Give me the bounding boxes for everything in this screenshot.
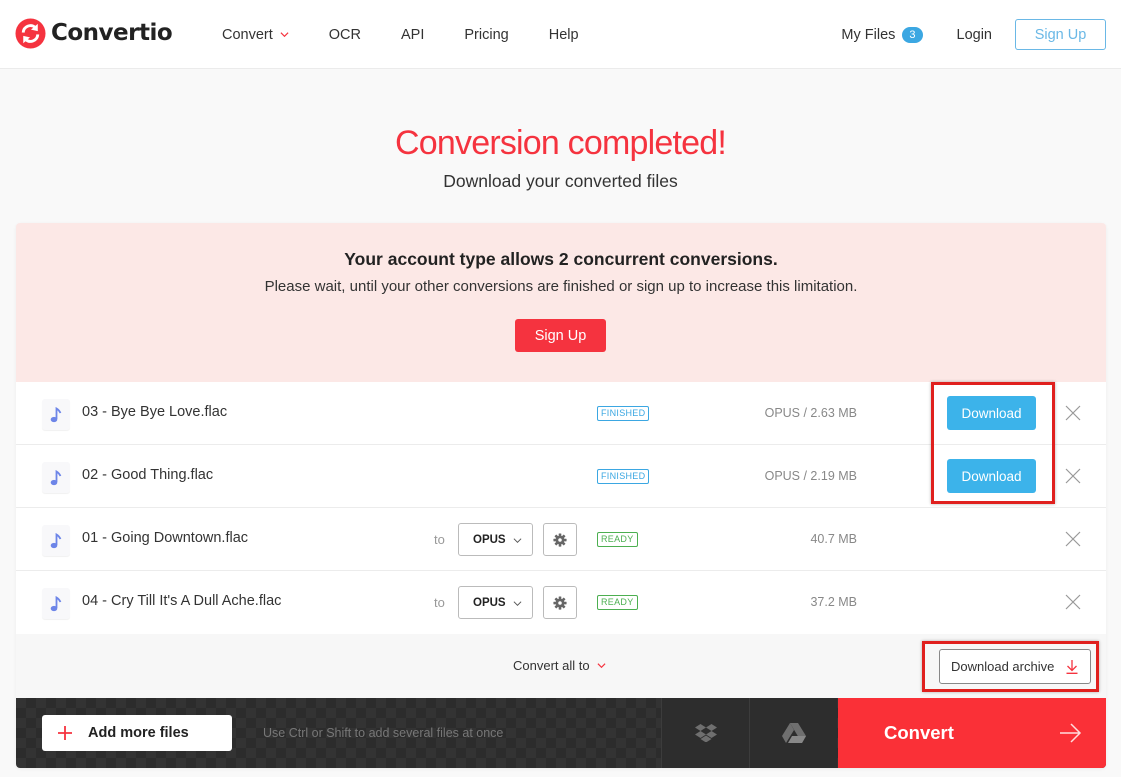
file-list: 03 - Bye Bye Love.flac FINISHED OPUS / 2…: [16, 382, 1106, 634]
chevron-down-icon: [597, 663, 606, 669]
account-nav: My Files 3 Login Sign Up: [841, 0, 1121, 69]
file-row: 04 - Cry Till It's A Dull Ache.flac to O…: [16, 571, 1106, 634]
add-more-files-label: Add more files: [88, 725, 189, 741]
chevron-down-icon: [513, 601, 522, 607]
nav-pricing[interactable]: Pricing: [464, 27, 508, 43]
file-name: 02 - Good Thing.flac: [82, 467, 214, 483]
audio-file-icon: [42, 462, 70, 493]
file-row: 03 - Bye Bye Love.flac FINISHED OPUS / 2…: [16, 382, 1106, 445]
file-size: OPUS / 2.63 MB: [764, 406, 857, 420]
to-label: to: [434, 595, 445, 610]
logo-text: Convertio: [51, 20, 173, 46]
file-name: 01 - Going Downtown.flac: [82, 530, 249, 546]
nav-help[interactable]: Help: [549, 27, 579, 43]
page-title: Conversion completed!: [395, 124, 727, 162]
close-icon[interactable]: [1065, 594, 1081, 610]
my-files-label: My Files: [841, 26, 896, 43]
status-badge: READY: [597, 532, 638, 547]
convert-button-label: Convert: [884, 722, 954, 743]
chevron-down-icon: [280, 32, 289, 38]
file-row: 02 - Good Thing.flac FINISHED OPUS / 2.1…: [16, 445, 1106, 508]
convert-all-dropdown[interactable]: Convert all to: [513, 658, 606, 673]
close-icon[interactable]: [1065, 405, 1081, 421]
file-name: 04 - Cry Till It's A Dull Ache.flac: [82, 593, 282, 609]
dropbox-icon: [694, 724, 717, 742]
notice-text: Please wait, until your other conversion…: [264, 278, 858, 295]
convertio-logo-icon: [15, 17, 46, 49]
format-select[interactable]: OPUS: [458, 523, 533, 556]
file-size: 40.7 MB: [810, 532, 857, 546]
files-count-badge: 3: [902, 26, 923, 43]
download-button[interactable]: Download: [947, 459, 1036, 493]
file-row: 01 - Going Downtown.flac to OPUS READY 4…: [16, 508, 1106, 571]
notice-title: Your account type allows 2 concurrent co…: [344, 249, 778, 269]
convert-button[interactable]: Convert: [838, 698, 1106, 768]
audio-file-icon: [42, 525, 70, 556]
format-value: OPUS: [473, 533, 506, 546]
music-note-icon: [50, 532, 62, 548]
status-badge: READY: [597, 595, 638, 610]
google-drive-button[interactable]: [749, 698, 837, 768]
login-link[interactable]: Login: [957, 27, 992, 43]
music-note-icon: [50, 406, 62, 422]
download-arrow-icon: [1066, 660, 1078, 674]
music-note-icon: [50, 595, 62, 611]
notice-signup-button[interactable]: Sign Up: [515, 319, 606, 352]
signup-button-header[interactable]: Sign Up: [1015, 19, 1106, 50]
nav-api[interactable]: API: [401, 27, 424, 43]
gear-icon: [553, 595, 567, 610]
multi-select-hint: Use Ctrl or Shift to add several files a…: [263, 726, 504, 740]
convert-all-label: Convert all to: [513, 658, 590, 673]
audio-file-icon: [42, 399, 70, 430]
limit-notice: Your account type allows 2 concurrent co…: [16, 223, 1106, 382]
chevron-down-icon: [513, 538, 522, 544]
close-icon[interactable]: [1065, 468, 1081, 484]
status-badge: FINISHED: [597, 406, 650, 421]
download-archive-button[interactable]: Download archive: [939, 649, 1091, 684]
gear-icon: [553, 532, 567, 547]
dropbox-button[interactable]: [661, 698, 749, 768]
top-navbar: Convertio Convert OCR API Pricing Help M…: [0, 0, 1121, 69]
main-nav: Convert OCR API Pricing Help: [222, 0, 619, 69]
nav-convert-label: Convert: [222, 26, 273, 43]
batch-options-bar: Convert all to Download archive: [16, 634, 1106, 698]
download-archive-label: Download archive: [951, 659, 1055, 674]
settings-button[interactable]: [543, 586, 577, 619]
my-files-link[interactable]: My Files 3: [841, 26, 923, 43]
to-label: to: [434, 532, 445, 547]
add-more-files-button[interactable]: Add more files: [42, 715, 232, 751]
nav-convert[interactable]: Convert: [222, 27, 289, 43]
arrow-right-icon: [1060, 723, 1082, 743]
format-value: OPUS: [473, 596, 506, 609]
google-drive-icon: [781, 723, 806, 743]
settings-button[interactable]: [543, 523, 577, 556]
status-badge: FINISHED: [597, 469, 650, 484]
nav-ocr[interactable]: OCR: [329, 27, 361, 43]
upload-action-bar: Add more files Use Ctrl or Shift to add …: [16, 698, 1106, 768]
audio-file-icon: [42, 588, 70, 619]
file-name: 03 - Bye Bye Love.flac: [82, 404, 228, 420]
file-size: 37.2 MB: [810, 595, 857, 609]
logo[interactable]: Convertio: [15, 17, 173, 49]
file-size: OPUS / 2.19 MB: [764, 469, 857, 483]
music-note-icon: [50, 469, 62, 485]
format-select[interactable]: OPUS: [458, 586, 533, 619]
download-button[interactable]: Download: [947, 396, 1036, 430]
plus-icon: [58, 726, 72, 740]
close-icon[interactable]: [1065, 531, 1081, 547]
page-subtitle: Download your converted files: [443, 171, 678, 191]
conversion-panel: Your account type allows 2 concurrent co…: [16, 223, 1106, 768]
